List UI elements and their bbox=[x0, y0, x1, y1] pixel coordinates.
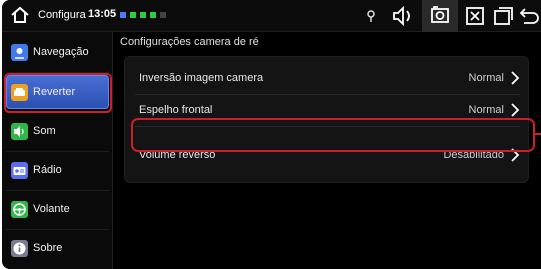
recent-apps-icon[interactable] bbox=[492, 5, 514, 27]
annotation-highlight-reverter bbox=[4, 73, 112, 113]
sidebar-item-label: Rádio bbox=[33, 164, 62, 176]
setting-value: Normal bbox=[468, 72, 504, 84]
setting-label: Inversão imagem camera bbox=[139, 72, 264, 84]
app-name: Configura bbox=[38, 9, 86, 21]
notification-icon bbox=[120, 12, 126, 18]
page-title: Configurações camera de ré bbox=[120, 36, 259, 48]
location-icon bbox=[366, 9, 376, 31]
setting-label: Espelho frontal bbox=[139, 104, 213, 116]
annotation-pointer bbox=[535, 133, 541, 135]
sidebar-item-volante[interactable]: Volante bbox=[6, 192, 109, 226]
navigation-icon bbox=[11, 44, 28, 61]
notification-icon bbox=[150, 12, 156, 18]
sidebar-item-som[interactable]: Som bbox=[6, 114, 109, 148]
setting-value: Normal bbox=[468, 104, 504, 116]
back-icon[interactable] bbox=[518, 5, 540, 27]
divider bbox=[6, 190, 109, 191]
notification-icon bbox=[140, 12, 146, 18]
home-icon[interactable] bbox=[10, 6, 30, 24]
status-bar: Configura 13:05 bbox=[2, 0, 541, 32]
sidebar-item-label: Volante bbox=[33, 203, 70, 215]
main-panel: Configurações camera de ré Inversão imag… bbox=[114, 32, 541, 269]
sidebar-item-sobre[interactable]: Sobre bbox=[6, 231, 109, 265]
screen-frame: Configura 13:05 Navegação Reverter Som R… bbox=[2, 0, 541, 269]
steering-wheel-icon bbox=[11, 201, 28, 218]
notification-icon bbox=[130, 12, 136, 18]
info-icon bbox=[11, 240, 28, 257]
sidebar-item-navigation[interactable]: Navegação bbox=[6, 35, 109, 69]
radio-icon bbox=[11, 162, 28, 179]
settings-sidebar: Navegação Reverter Som Rádio Volante Sob… bbox=[2, 32, 113, 269]
sidebar-item-label: Navegação bbox=[33, 46, 89, 58]
close-window-icon[interactable] bbox=[464, 5, 486, 27]
speaker-icon bbox=[11, 123, 28, 140]
chevron-right-icon bbox=[510, 102, 520, 118]
sidebar-item-label: Sobre bbox=[33, 242, 63, 254]
clock-time: 13:05 bbox=[88, 8, 117, 20]
setting-row-image-inversion[interactable]: Inversão imagem camera Normal bbox=[125, 63, 530, 93]
divider bbox=[6, 229, 109, 230]
sidebar-item-radio[interactable]: Rádio bbox=[6, 153, 109, 187]
volume-icon[interactable] bbox=[392, 5, 416, 27]
sidebar-item-label: Som bbox=[33, 125, 56, 137]
screenshot-icon[interactable] bbox=[422, 0, 458, 32]
notification-icon bbox=[160, 12, 166, 18]
annotation-highlight-reverse-volume bbox=[131, 118, 535, 152]
divider bbox=[6, 151, 109, 152]
chevron-right-icon bbox=[510, 70, 520, 86]
